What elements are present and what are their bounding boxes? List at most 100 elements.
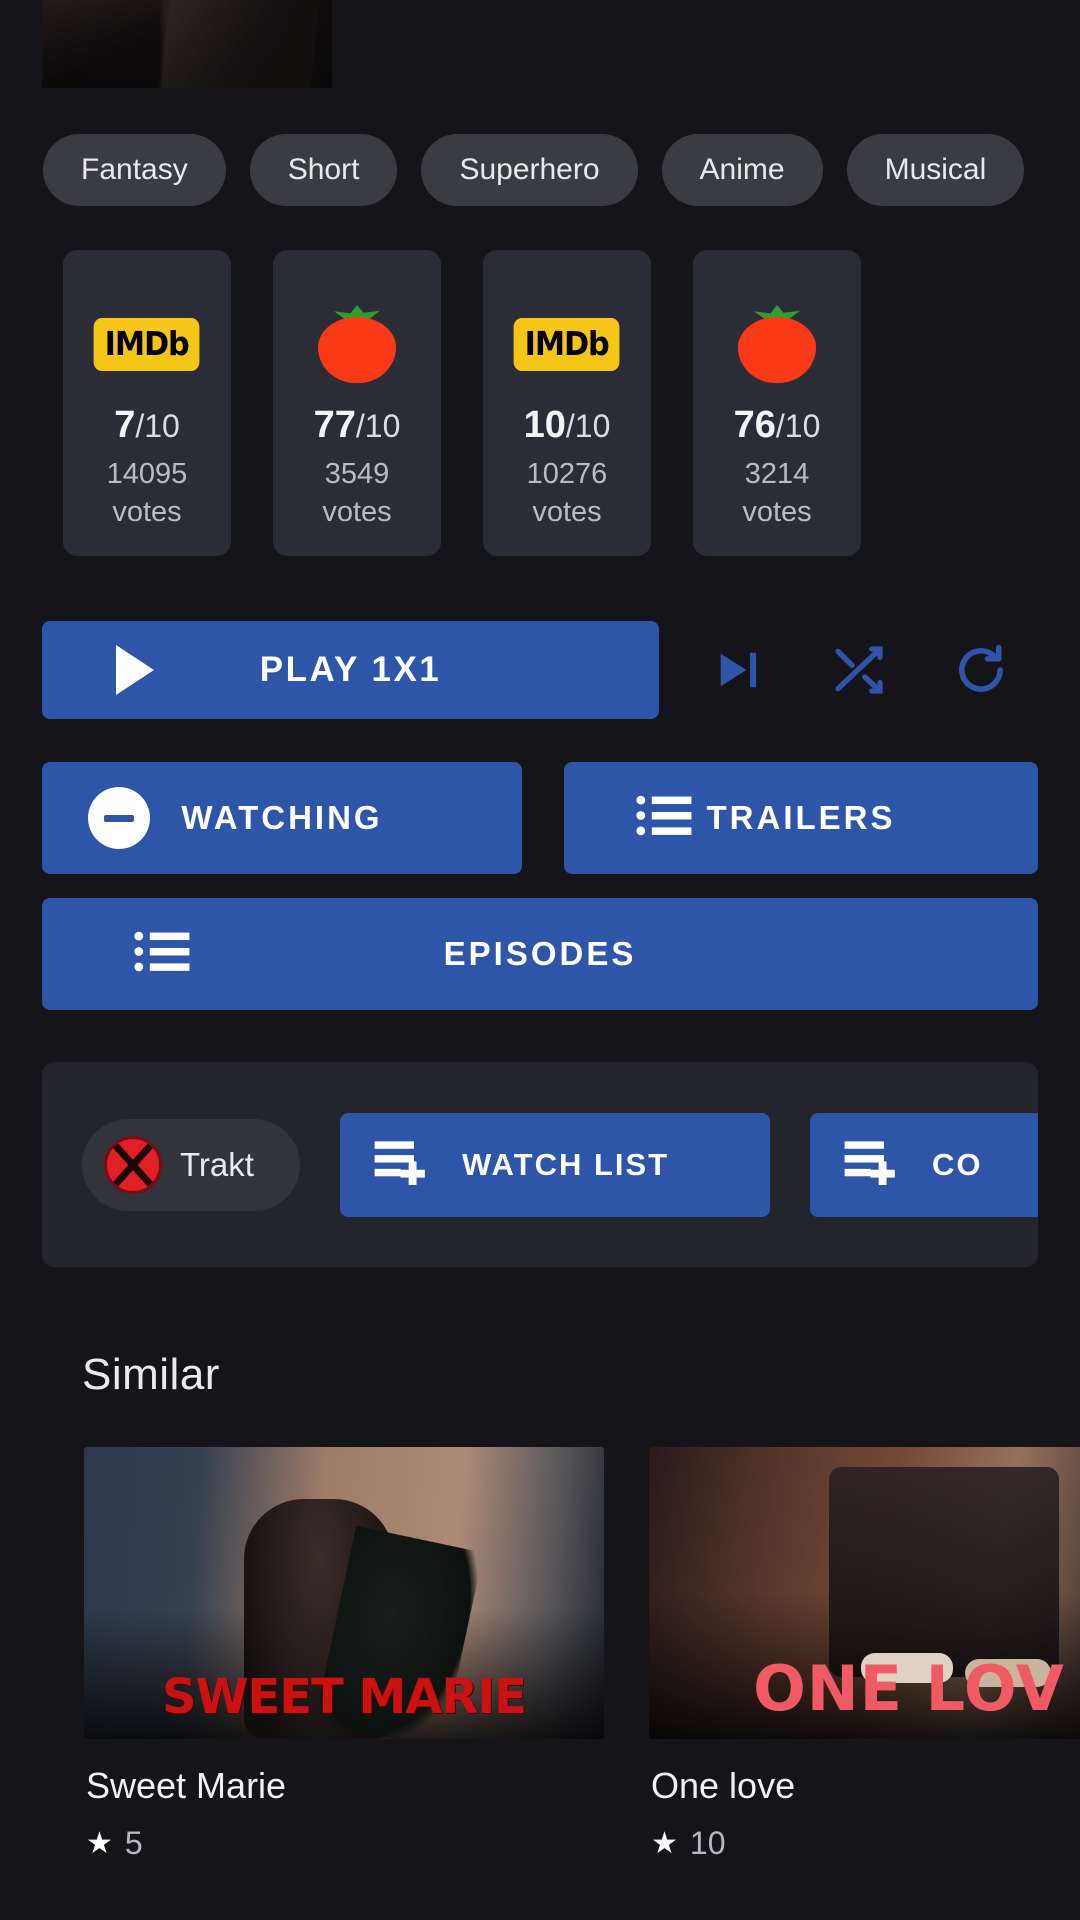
hero-poster-image: MARIE (42, 0, 332, 88)
play-button[interactable]: PLAY 1X1 (42, 621, 659, 719)
playlist-add-icon (374, 1137, 432, 1193)
rating-votes: 3214 votes (742, 455, 811, 531)
imdb-icon: IMDb (513, 317, 621, 371)
genre-chip-label: Superhero (459, 153, 600, 186)
rating-votes-label: votes (112, 496, 182, 528)
rating-card[interactable]: 77/10 3549 votes (273, 250, 441, 556)
genre-chip-musical[interactable]: Musical (846, 134, 1025, 206)
genre-chip-label: Anime (699, 153, 785, 186)
similar-card-thumbnail[interactable]: SWEET MARIE (84, 1447, 604, 1739)
shuffle-icon (831, 642, 887, 698)
rating-votes-count: 3549 (324, 458, 390, 490)
hero-poster-title: MARIE (56, 0, 289, 1)
collection-button[interactable]: CO (810, 1112, 1038, 1217)
playlist-add-icon (844, 1137, 902, 1193)
rating-votes-label: votes (532, 496, 602, 528)
trailers-button[interactable]: TRAILERS (564, 762, 1038, 874)
genre-chip-anime[interactable]: Anime (661, 134, 823, 206)
play-icon (116, 645, 154, 695)
similar-card[interactable]: ONE LOV One love ★ 10 (649, 1447, 1080, 1862)
rating-icon-wrap: IMDb (509, 298, 624, 390)
imdb-icon: IMDb (93, 317, 201, 371)
trakt-service-chip[interactable]: Trakt (82, 1118, 300, 1211)
genre-chip-fantasy[interactable]: Fantasy (43, 134, 226, 206)
tomato-body (738, 317, 816, 383)
tomato-body (318, 317, 396, 383)
list-icon (134, 930, 192, 979)
rating-score-value: 76 (733, 404, 776, 446)
trakt-logo-icon (104, 1135, 162, 1194)
poster-figure-left (42, 0, 162, 88)
similar-card-rating-value: 5 (124, 1825, 143, 1861)
rating-votes: 3549 votes (322, 455, 391, 531)
status-buttons-row: WATCHING TRAILERS (0, 762, 1080, 874)
episodes-button[interactable]: EPISODES (42, 898, 1038, 1010)
episodes-row: EPISODES (0, 898, 1080, 1010)
rating-score: 7/10 (114, 404, 180, 447)
tomato-icon (736, 305, 818, 383)
rating-score-value: 7 (114, 404, 136, 446)
rating-score: 76/10 (734, 404, 821, 447)
rating-score: 10/10 (524, 404, 611, 447)
similar-card-rating-value: 10 (689, 1825, 726, 1861)
poster-figure-right (159, 0, 332, 88)
rating-votes-label: votes (742, 496, 812, 528)
rating-score-value: 77 (313, 404, 356, 446)
genre-chip-label: Fantasy (81, 153, 188, 186)
tomato-icon (316, 305, 398, 383)
trakt-service-label: Trakt (180, 1145, 254, 1183)
refresh-button[interactable] (937, 626, 1025, 714)
watch-list-button[interactable]: WATCH LIST (340, 1112, 770, 1217)
similar-poster-caption: SWEET MARIE (161, 1669, 527, 1725)
similar-card-rating: ★ 10 (649, 1825, 1080, 1862)
similar-section-heading: Similar (82, 1350, 220, 1399)
movie-detail-screen: MARIE Fantasy Short Superhero Anime Musi… (0, 0, 1080, 1920)
rating-score: 77/10 (314, 404, 401, 447)
star-icon: ★ (86, 1827, 113, 1860)
skip-next-button[interactable] (693, 626, 781, 714)
similar-card-thumbnail[interactable]: ONE LOV (649, 1447, 1080, 1739)
rating-votes: 14095 votes (107, 455, 188, 531)
similar-items-list: SWEET MARIE Sweet Marie ★ 5 ONE LOV One … (0, 1447, 1080, 1862)
refresh-icon (953, 642, 1009, 698)
rating-icon-wrap: IMDb (89, 298, 204, 390)
shuffle-button[interactable] (815, 626, 903, 714)
rating-score-scale: /10 (775, 408, 821, 444)
similar-card[interactable]: SWEET MARIE Sweet Marie ★ 5 (84, 1447, 604, 1862)
star-icon: ★ (651, 1827, 678, 1860)
rating-card[interactable]: IMDb 10/10 10276 votes (483, 250, 651, 556)
rating-votes-label: votes (322, 496, 392, 528)
list-icon (636, 794, 694, 843)
genre-chip-short[interactable]: Short (249, 134, 398, 206)
rating-score-scale: /10 (565, 408, 611, 444)
similar-card-title: Sweet Marie (86, 1765, 287, 1806)
genre-chip-superhero[interactable]: Superhero (421, 134, 638, 206)
trakt-panel: Trakt WATCH LIST CO (42, 1062, 1038, 1267)
genre-chip-list[interactable]: Fantasy Short Superhero Anime Musical (0, 130, 1080, 210)
skip-next-icon (709, 642, 765, 698)
playback-controls-row: PLAY 1X1 (0, 620, 1080, 720)
collection-button-label: CO (932, 1146, 983, 1182)
similar-poster-caption: ONE LOV (753, 1652, 1065, 1725)
rating-card[interactable]: 76/10 3214 votes (693, 250, 861, 556)
genre-chip-label: Musical (884, 153, 987, 186)
genre-chip-label: Short (287, 153, 360, 186)
trakt-panel-content: Trakt WATCH LIST CO (82, 1112, 1038, 1217)
rating-score-scale: /10 (355, 408, 401, 444)
rating-score-value: 10 (523, 404, 566, 446)
rating-score-scale: /10 (135, 408, 180, 444)
minus-circle-icon (88, 787, 150, 849)
similar-card-rating: ★ 5 (84, 1825, 604, 1862)
rating-card[interactable]: IMDb 7/10 14095 votes (63, 250, 231, 556)
rating-votes-count: 10276 (526, 458, 608, 490)
rating-icon-wrap (736, 298, 818, 390)
rating-votes-count: 3214 (744, 458, 810, 490)
rating-votes-count: 14095 (106, 458, 188, 490)
thumbnail-subject (829, 1467, 1059, 1677)
hero-banner: MARIE (0, 0, 1080, 90)
rating-votes: 10276 votes (527, 455, 608, 531)
similar-card-title: One love (651, 1765, 796, 1806)
watch-list-button-label: WATCH LIST (462, 1146, 670, 1182)
rating-card-list: IMDb 7/10 14095 votes 77/10 3549 votes IMD… (0, 250, 1080, 560)
watching-button[interactable]: WATCHING (42, 762, 522, 874)
